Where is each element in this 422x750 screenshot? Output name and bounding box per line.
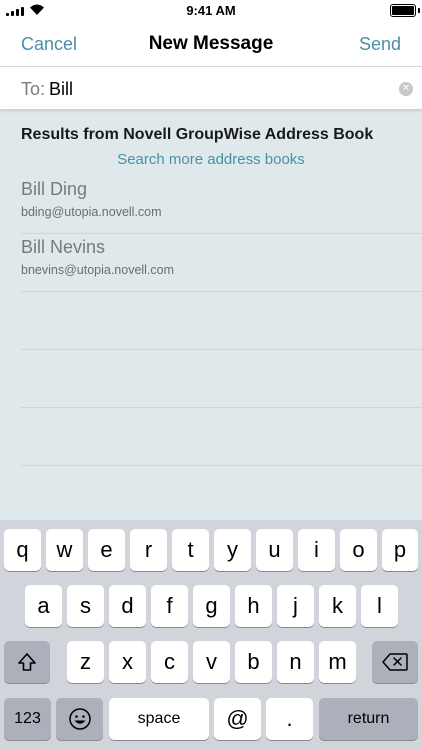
key-z[interactable]: z (67, 641, 104, 683)
battery-cap (418, 8, 420, 13)
key-t[interactable]: t (172, 529, 209, 571)
at-key[interactable]: @ (214, 698, 261, 740)
delete-key[interactable] (372, 641, 418, 683)
contact-name: Bill Nevins (21, 237, 106, 257)
empty-row (21, 292, 422, 350)
key-u[interactable]: u (256, 529, 293, 571)
contact-row[interactable]: Bill Ding bding@utopia.novell.com (21, 176, 422, 234)
key-b[interactable]: b (235, 641, 272, 683)
numbers-key[interactable]: 123 (4, 698, 51, 740)
key-g[interactable]: g (193, 585, 230, 627)
to-row: To: ✕ (0, 66, 422, 110)
clear-circle-icon[interactable]: ✕ (399, 82, 413, 96)
to-input[interactable] (49, 76, 379, 102)
key-y[interactable]: y (214, 529, 251, 571)
nav-bar: Cancel New Message Send (0, 22, 422, 66)
key-r[interactable]: r (130, 529, 167, 571)
cancel-button[interactable]: Cancel (21, 34, 77, 55)
status-time: 9:41 AM (186, 3, 236, 18)
key-j[interactable]: j (277, 585, 314, 627)
contact-name: Bill Ding (21, 179, 88, 199)
to-label: To: (21, 79, 46, 99)
delete-backspace-icon (382, 653, 408, 671)
results-header: Results from Novell GroupWise Address Bo… (21, 126, 374, 143)
key-x[interactable]: x (109, 641, 146, 683)
key-n[interactable]: n (277, 641, 314, 683)
space-key[interactable]: space (109, 698, 209, 740)
key-s[interactable]: s (67, 585, 104, 627)
key-q[interactable]: q (4, 529, 41, 571)
shift-key[interactable] (4, 641, 50, 683)
key-w[interactable]: w (46, 529, 83, 571)
key-e[interactable]: e (88, 529, 125, 571)
key-m[interactable]: m (319, 641, 356, 683)
key-k[interactable]: k (319, 585, 356, 627)
contact-row[interactable]: Bill Nevins bnevins@utopia.novell.com (21, 234, 422, 292)
period-key[interactable]: . (266, 698, 313, 740)
results-list: Results from Novell GroupWise Address Bo… (0, 110, 422, 520)
shift-arrow-icon (18, 653, 36, 671)
empty-row (21, 350, 422, 408)
key-c[interactable]: c (151, 641, 188, 683)
emoji-icon (68, 708, 91, 730)
key-v[interactable]: v (193, 641, 230, 683)
key-o[interactable]: o (340, 529, 377, 571)
key-p[interactable]: p (382, 529, 418, 571)
key-i[interactable]: i (298, 529, 335, 571)
key-f[interactable]: f (151, 585, 188, 627)
key-d[interactable]: d (109, 585, 146, 627)
keyboard: q w e r t y u i o p a s d f g h j k l z … (0, 520, 422, 750)
emoji-key[interactable] (56, 698, 103, 740)
key-h[interactable]: h (235, 585, 272, 627)
status-bar: 9:41 AM (0, 0, 422, 22)
battery-icon (390, 4, 416, 17)
search-more-link[interactable]: Search more address books (0, 151, 422, 168)
empty-row (21, 408, 422, 466)
send-button[interactable]: Send (359, 34, 401, 55)
key-l[interactable]: l (361, 585, 398, 627)
contact-email: bding@utopia.novell.com (21, 205, 162, 219)
contact-email: bnevins@utopia.novell.com (21, 263, 175, 277)
return-key[interactable]: return (319, 698, 418, 740)
key-a[interactable]: a (25, 585, 62, 627)
